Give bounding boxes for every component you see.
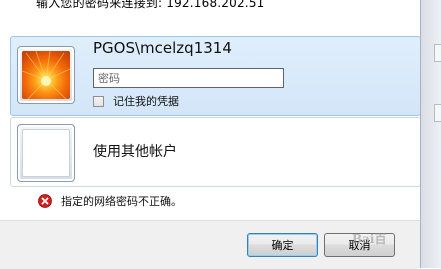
error-message: 指定的网络密码不正确。 bbox=[38, 193, 182, 209]
credential-dialog: 输入您的密码来连接到: 192.168.202.51 PGOS\mcelzq13… bbox=[0, 0, 421, 269]
remember-checkbox[interactable] bbox=[93, 95, 104, 107]
blank-avatar bbox=[17, 124, 75, 182]
ok-button[interactable]: 确定 bbox=[247, 233, 318, 257]
blank-user-icon bbox=[22, 129, 70, 177]
avatar bbox=[17, 46, 75, 104]
background-control bbox=[434, 44, 441, 62]
use-other-account-label: 使用其他帐户 bbox=[93, 144, 177, 160]
remember-credentials-option[interactable]: 记住我的凭据 bbox=[93, 94, 179, 108]
background-control bbox=[434, 104, 441, 122]
dialog-prompt: 输入您的密码来连接到: 192.168.202.51 bbox=[36, 0, 265, 10]
background-window-edge bbox=[420, 0, 441, 268]
remember-label: 记住我的凭据 bbox=[113, 95, 179, 108]
username-label: PGOS\mcelzq1314 bbox=[93, 39, 232, 57]
error-text: 指定的网络密码不正确。 bbox=[61, 195, 182, 208]
saved-credential-tile[interactable]: PGOS\mcelzq1314 记住我的凭据 bbox=[10, 36, 421, 116]
password-input[interactable] bbox=[93, 68, 284, 88]
cancel-button[interactable]: 取消 bbox=[324, 233, 395, 257]
flower-avatar-icon bbox=[22, 51, 70, 99]
use-other-account-tile[interactable]: 使用其他帐户 bbox=[10, 117, 421, 187]
error-icon bbox=[38, 194, 52, 208]
dialog-footer: 确定 取消 bbox=[0, 220, 420, 269]
